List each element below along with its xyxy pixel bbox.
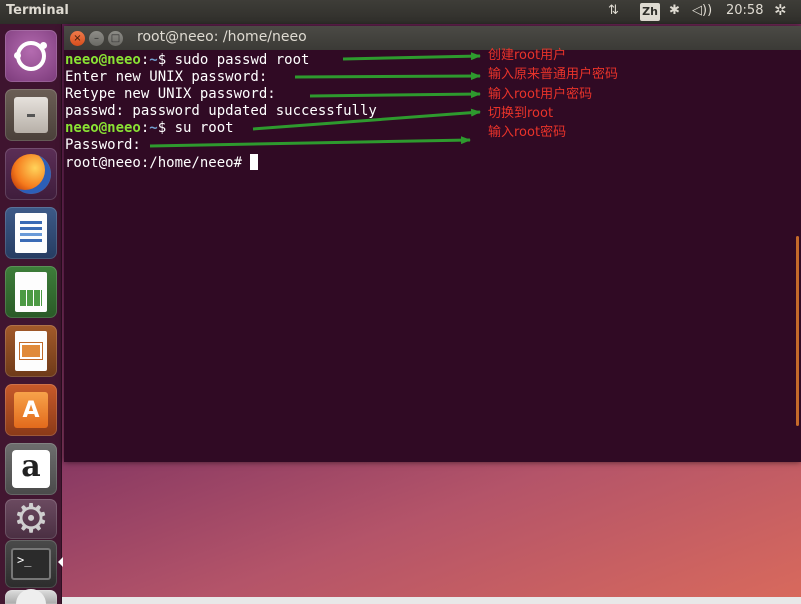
settings-gear-icon: ⚙ <box>13 496 49 542</box>
text-cursor <box>250 154 259 170</box>
terminal-output[interactable]: neeo@neeo:~$ sudo passwd root Enter new … <box>64 50 801 462</box>
minimize-button[interactable]: – <box>89 31 104 46</box>
volume-icon[interactable]: ◁)) <box>692 3 712 18</box>
terminal-line: Retype new UNIX password: <box>65 86 276 102</box>
disc-button[interactable] <box>5 589 57 604</box>
maximize-button[interactable]: □ <box>108 31 123 46</box>
software-bag-icon: A <box>14 392 48 428</box>
libreoffice-impress-button[interactable] <box>5 325 57 377</box>
command-text: $ sudo passwd root <box>157 52 310 68</box>
file-cabinet-icon <box>14 97 48 133</box>
ubuntu-logo-icon <box>14 41 47 71</box>
terminal-line: Password: <box>65 137 141 153</box>
active-indicator-arrow <box>58 557 63 567</box>
libreoffice-calc-button[interactable] <box>5 266 57 318</box>
prompt-user: neeo@neeo <box>65 52 141 68</box>
dash-home-button[interactable] <box>5 30 57 82</box>
top-panel: Terminal ⇅ Zh ✱ ◁)) 20:58 ✲ <box>0 0 801 24</box>
bottom-strip <box>62 597 801 604</box>
libreoffice-writer-button[interactable] <box>5 207 57 259</box>
app-title: Terminal <box>6 3 69 18</box>
terminal-line: passwd: password updated successfully <box>65 103 377 119</box>
terminal-icon: >_ <box>11 548 51 580</box>
terminal-window[interactable]: × – □ root@neeo: /home/neeo neeo@neeo:~$… <box>64 26 801 462</box>
window-title: root@neeo: /home/neeo <box>137 29 307 45</box>
terminal-line: Enter new UNIX password: <box>65 69 268 85</box>
amazon-icon: a <box>12 450 50 488</box>
impress-presentation-icon <box>15 331 47 371</box>
annotation-label-3: 输入root用户密码 <box>488 87 593 102</box>
prompt-path: ~ <box>149 120 158 136</box>
annotation-label-5: 输入root密码 <box>488 125 567 140</box>
terminal-line: neeo@neeo:~$ su root <box>65 120 800 137</box>
disc-icon <box>16 589 46 604</box>
session-gear-icon[interactable]: ✲ <box>774 1 787 19</box>
annotation-label-1: 创建root用户 <box>488 48 567 63</box>
annotation-label-2: 输入原来普通用户密码 <box>488 67 619 82</box>
prompt-user: neeo@neeo <box>65 120 141 136</box>
bluetooth-icon[interactable]: ✱ <box>669 3 680 18</box>
prompt-path: ~ <box>149 52 158 68</box>
root-prompt: root@neeo:/home/neeo# <box>65 155 251 171</box>
ubuntu-software-button[interactable]: A <box>5 384 57 436</box>
terminal-line: neeo@neeo:~$ sudo passwd root <box>65 52 800 69</box>
window-titlebar[interactable]: × – □ root@neeo: /home/neeo <box>64 26 801 50</box>
firefox-icon <box>11 154 51 194</box>
system-settings-button[interactable]: ⚙ <box>5 499 57 539</box>
keyboard-layout-indicator[interactable]: Zh <box>640 3 660 21</box>
files-button[interactable] <box>5 89 57 141</box>
command-text: $ su root <box>157 120 234 136</box>
amazon-button[interactable]: a <box>5 443 57 495</box>
terminal-line: root@neeo:/home/neeo# <box>65 154 800 171</box>
writer-document-icon <box>15 213 47 253</box>
network-icon[interactable]: ⇅ <box>608 3 619 18</box>
annotation-label-4: 切换到root <box>488 106 554 121</box>
scrollbar[interactable] <box>796 236 799 426</box>
calc-spreadsheet-icon <box>15 272 47 312</box>
terminal-launcher-button[interactable]: >_ <box>5 540 57 588</box>
clock[interactable]: 20:58 <box>726 3 763 18</box>
firefox-button[interactable] <box>5 148 57 200</box>
close-button[interactable]: × <box>70 31 85 46</box>
